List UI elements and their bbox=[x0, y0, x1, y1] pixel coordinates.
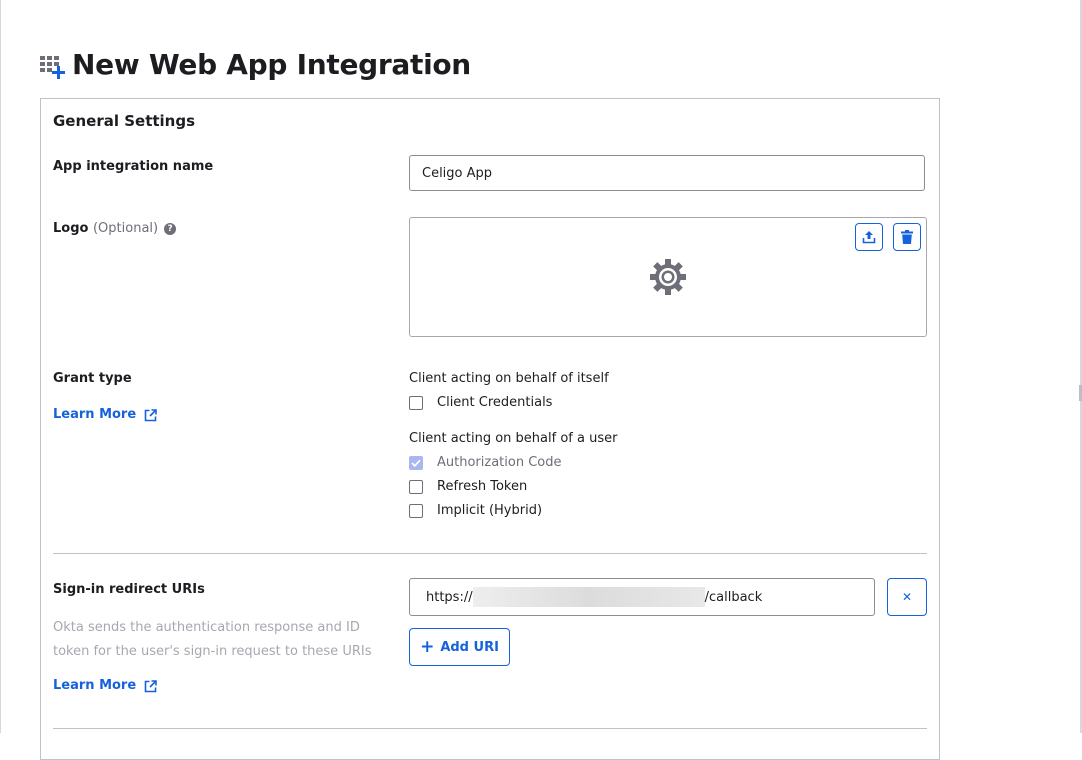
external-link-icon bbox=[144, 679, 157, 692]
uri-prefix: https:// bbox=[426, 589, 473, 605]
implicit-hybrid-option[interactable]: Implicit (Hybrid) bbox=[409, 502, 542, 520]
section-divider bbox=[53, 553, 927, 554]
checkmark-icon bbox=[411, 459, 421, 467]
add-uri-label: Add URI bbox=[440, 639, 499, 655]
logo-label: Logo (Optional)? bbox=[53, 220, 177, 238]
authorization-code-label: Authorization Code bbox=[437, 455, 562, 470]
general-settings-card: General Settings App integration name Lo… bbox=[40, 98, 940, 760]
optional-text: (Optional) bbox=[92, 221, 159, 236]
plus-icon: + bbox=[420, 636, 435, 657]
redirect-uri-input[interactable]: https:// /callback bbox=[409, 578, 875, 616]
delete-logo-button[interactable] bbox=[893, 223, 921, 251]
upload-icon bbox=[862, 231, 876, 244]
authorization-code-checkbox bbox=[409, 456, 423, 470]
window-border-left bbox=[0, 0, 1, 733]
client-credentials-label: Client Credentials bbox=[437, 395, 553, 410]
app-name-label: App integration name bbox=[53, 159, 214, 174]
gear-icon bbox=[650, 259, 686, 295]
sign-in-redirect-label: Sign-in redirect URIs bbox=[53, 582, 205, 597]
sign-in-redirect-description: Okta sends the authentication response a… bbox=[53, 620, 372, 659]
grant-group-heading-user: Client acting on behalf of a user bbox=[409, 431, 618, 446]
app-name-input[interactable] bbox=[409, 155, 925, 191]
refresh-token-label: Refresh Token bbox=[437, 479, 528, 494]
client-credentials-option[interactable]: Client Credentials bbox=[409, 394, 552, 412]
redirect-learn-more-link[interactable]: Learn More bbox=[53, 677, 157, 695]
section-divider-bottom bbox=[53, 728, 927, 729]
refresh-token-checkbox[interactable] bbox=[409, 480, 423, 494]
redacted-domain bbox=[472, 587, 705, 607]
grant-type-label: Grant type bbox=[53, 371, 132, 386]
upload-logo-button[interactable] bbox=[855, 223, 883, 251]
grant-group-heading-self: Client acting on behalf of itself bbox=[409, 371, 609, 386]
logo-label-text: Logo bbox=[53, 221, 89, 236]
page-title: New Web App Integration bbox=[72, 48, 471, 81]
implicit-hybrid-label: Implicit (Hybrid) bbox=[437, 503, 543, 518]
external-link-icon bbox=[144, 408, 157, 421]
authorization-code-option: Authorization Code bbox=[409, 454, 561, 472]
logo-upload-area[interactable] bbox=[409, 217, 927, 337]
implicit-hybrid-checkbox[interactable] bbox=[409, 504, 423, 518]
learn-more-text: Learn More bbox=[53, 407, 137, 422]
uri-suffix: /callback bbox=[704, 589, 763, 605]
trash-icon bbox=[901, 230, 913, 244]
add-uri-button[interactable]: + Add URI bbox=[409, 628, 510, 666]
client-credentials-checkbox[interactable] bbox=[409, 396, 423, 410]
help-icon[interactable]: ? bbox=[164, 223, 177, 235]
grant-type-learn-more-link[interactable]: Learn More bbox=[53, 406, 157, 424]
close-icon: ✕ bbox=[901, 590, 913, 604]
refresh-token-option[interactable]: Refresh Token bbox=[409, 478, 527, 496]
remove-uri-button[interactable]: ✕ bbox=[887, 578, 927, 616]
learn-more-text: Learn More bbox=[53, 678, 137, 693]
section-heading: General Settings bbox=[53, 112, 196, 130]
grid-add-icon bbox=[40, 56, 65, 79]
